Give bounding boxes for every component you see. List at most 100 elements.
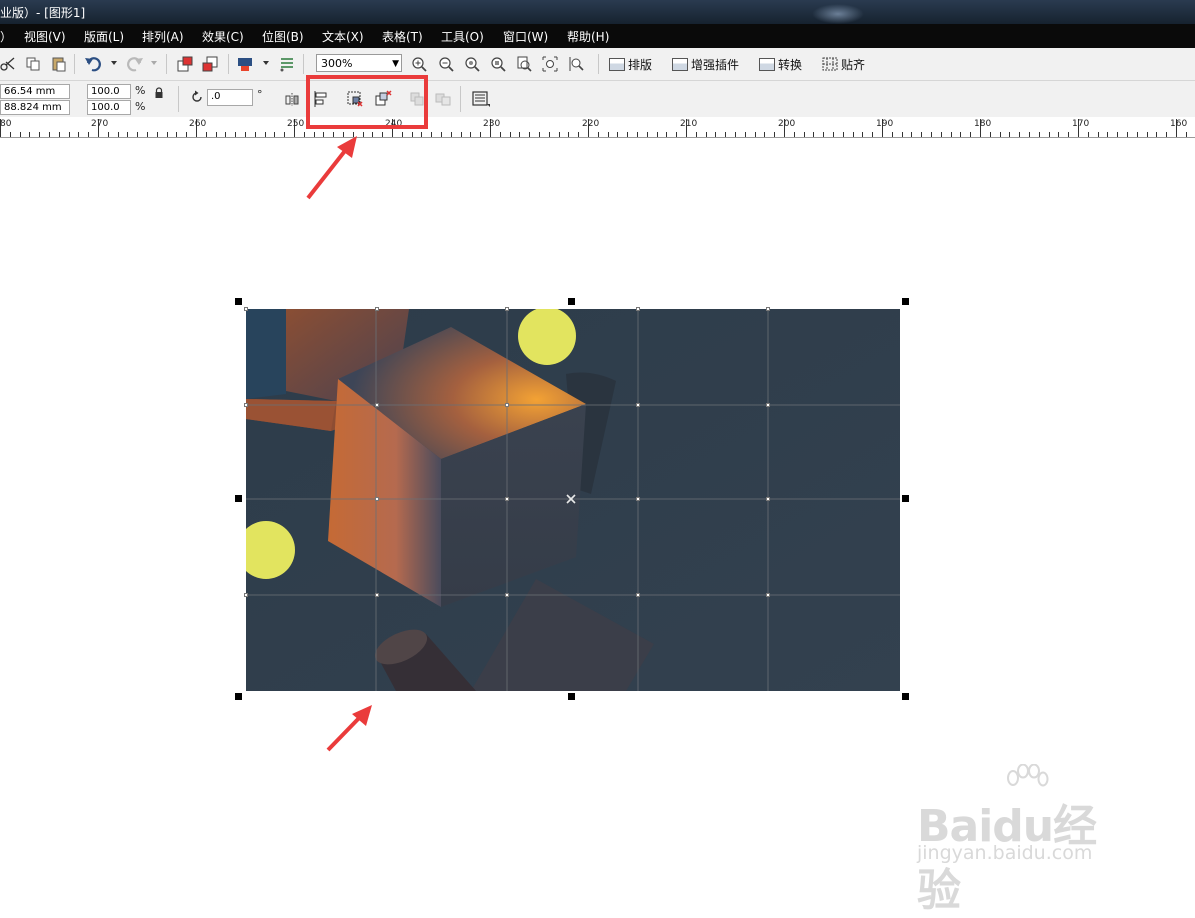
resize-handle-top-left[interactable] — [235, 298, 242, 305]
resize-handle-bottom-left[interactable] — [235, 693, 242, 700]
titlebar-glow — [812, 4, 864, 24]
menu-item-help[interactable]: 帮助(H) — [567, 28, 609, 45]
menu-item-window[interactable]: 窗口(W) — [503, 28, 548, 45]
scale-x-field[interactable]: 100.0 — [87, 84, 131, 99]
redo-icon[interactable] — [124, 55, 144, 73]
degree-label: ° — [257, 88, 263, 101]
launcher-dropdown-icon[interactable] — [262, 59, 270, 67]
align-distribute-icon[interactable] — [313, 90, 329, 108]
menu-item-arrange[interactable]: 排列(A) — [142, 28, 184, 45]
menu-item-view[interactable]: 视图(V) — [24, 28, 66, 45]
resize-handle-right[interactable] — [902, 495, 909, 502]
menu-item-layout[interactable]: 版面(L) — [84, 28, 124, 45]
mesh-node[interactable] — [766, 403, 770, 407]
ruler-label-220: 220 — [582, 119, 600, 129]
zoom-dropdown-icon[interactable]: ▼ — [392, 55, 399, 73]
undo-icon[interactable] — [84, 55, 104, 73]
plugin-typesetting-button[interactable]: 排版 — [609, 55, 652, 73]
lock-ratio-icon[interactable] — [153, 87, 165, 99]
ruler-label-180: 180 — [974, 119, 992, 129]
watermark-url: jingyan.baidu.com — [917, 842, 1093, 864]
mesh-node[interactable] — [636, 403, 640, 407]
separator — [598, 54, 599, 74]
mesh-node[interactable] — [505, 307, 509, 311]
mesh-node[interactable] — [766, 497, 770, 501]
zoom-page-width-icon[interactable] — [542, 56, 558, 72]
object-width-field[interactable]: 66.54 mm — [0, 84, 70, 99]
mesh-node[interactable] — [375, 307, 379, 311]
scale-y-percent-label: % — [135, 100, 146, 113]
typesetting-icon — [609, 57, 625, 71]
mesh-node[interactable] — [636, 307, 640, 311]
menu-item-tools[interactable]: 工具(O) — [441, 28, 484, 45]
application-launcher-icon[interactable] — [236, 56, 254, 72]
wrap-paragraph-text-icon[interactable] — [471, 90, 491, 108]
zoom-level-select[interactable]: 300% ▼ — [316, 54, 402, 72]
object-height-field[interactable]: 88.824 mm — [0, 100, 70, 115]
redo-dropdown-icon[interactable] — [150, 59, 158, 67]
resize-handle-bottom[interactable] — [568, 693, 575, 700]
menu-item-text[interactable]: 文本(X) — [322, 28, 364, 45]
plugin-snap-button[interactable]: 贴齐 — [822, 55, 865, 73]
center-marker-icon[interactable] — [565, 493, 577, 505]
resize-handle-top[interactable] — [568, 298, 575, 305]
export-icon[interactable] — [202, 56, 220, 72]
zoom-out-icon[interactable] — [438, 56, 454, 72]
horizontal-ruler[interactable]: 80 270 260 250 240 230 220 210 200 190 1… — [0, 117, 1195, 138]
mesh-node[interactable] — [505, 497, 509, 501]
ruler-label-160: 160 — [1170, 119, 1188, 129]
menu-item-table[interactable]: 表格(T) — [382, 28, 423, 45]
mesh-node[interactable] — [375, 593, 379, 597]
mesh-node[interactable] — [636, 593, 640, 597]
mesh-node[interactable] — [244, 593, 248, 597]
menu-item-bitmaps[interactable]: 位图(B) — [262, 28, 304, 45]
mesh-node[interactable] — [505, 593, 509, 597]
mesh-node[interactable] — [375, 403, 379, 407]
mirror-horizontal-icon[interactable] — [284, 91, 300, 107]
group-icon — [409, 91, 425, 107]
menu-item-partial[interactable]: ） — [0, 28, 12, 45]
resize-handle-top-right[interactable] — [902, 298, 909, 305]
rotation-angle-field[interactable]: .0 — [207, 89, 253, 106]
window-title: 业版）- [图形1] — [0, 6, 86, 20]
zoom-page-height-icon[interactable] — [568, 56, 584, 72]
import-icon[interactable] — [176, 56, 194, 72]
snap-grid-icon — [822, 57, 838, 71]
plugin-enhance-button[interactable]: 增强插件 — [672, 55, 739, 73]
mesh-node[interactable] — [636, 497, 640, 501]
cut-icon[interactable] — [0, 56, 16, 72]
zoom-level-value: 300% — [321, 57, 353, 70]
undo-dropdown-icon[interactable] — [110, 59, 118, 67]
separator — [74, 54, 75, 74]
annotation-arrow-upper — [306, 136, 357, 200]
options-list-icon[interactable] — [279, 56, 295, 72]
zoom-all-objects-icon[interactable] — [490, 56, 506, 72]
mesh-node[interactable] — [766, 593, 770, 597]
annotation-arrow-lower — [326, 705, 372, 752]
ruler-label-250: 250 — [287, 119, 305, 129]
paste-icon[interactable] — [51, 56, 67, 72]
ruler-label-230: 230 — [483, 119, 501, 129]
resize-handle-left[interactable] — [235, 495, 242, 502]
menu-item-effects[interactable]: 效果(C) — [202, 28, 244, 45]
ruler-label-260: 260 — [189, 119, 207, 129]
copy-icon[interactable] — [26, 57, 40, 71]
ruler-label-200: 200 — [778, 119, 796, 129]
zoom-selected-icon[interactable] — [464, 56, 480, 72]
scale-x-percent-label: % — [135, 84, 146, 97]
convert-icon — [759, 57, 775, 71]
mesh-node[interactable] — [375, 497, 379, 501]
break-apart-icon[interactable] — [374, 90, 392, 108]
ruler-label-270: 270 — [91, 119, 109, 129]
combine-icon[interactable] — [346, 90, 364, 108]
mesh-node[interactable] — [505, 403, 509, 407]
mesh-node[interactable] — [244, 307, 248, 311]
plugin-snap-label: 贴齐 — [841, 57, 866, 72]
scale-y-field[interactable]: 100.0 — [87, 100, 131, 115]
zoom-to-page-icon[interactable] — [516, 56, 532, 72]
mesh-node[interactable] — [766, 307, 770, 311]
plugin-convert-button[interactable]: 转换 — [759, 55, 802, 73]
zoom-in-icon[interactable] — [411, 56, 427, 72]
mesh-node[interactable] — [244, 403, 248, 407]
resize-handle-bottom-right[interactable] — [902, 693, 909, 700]
